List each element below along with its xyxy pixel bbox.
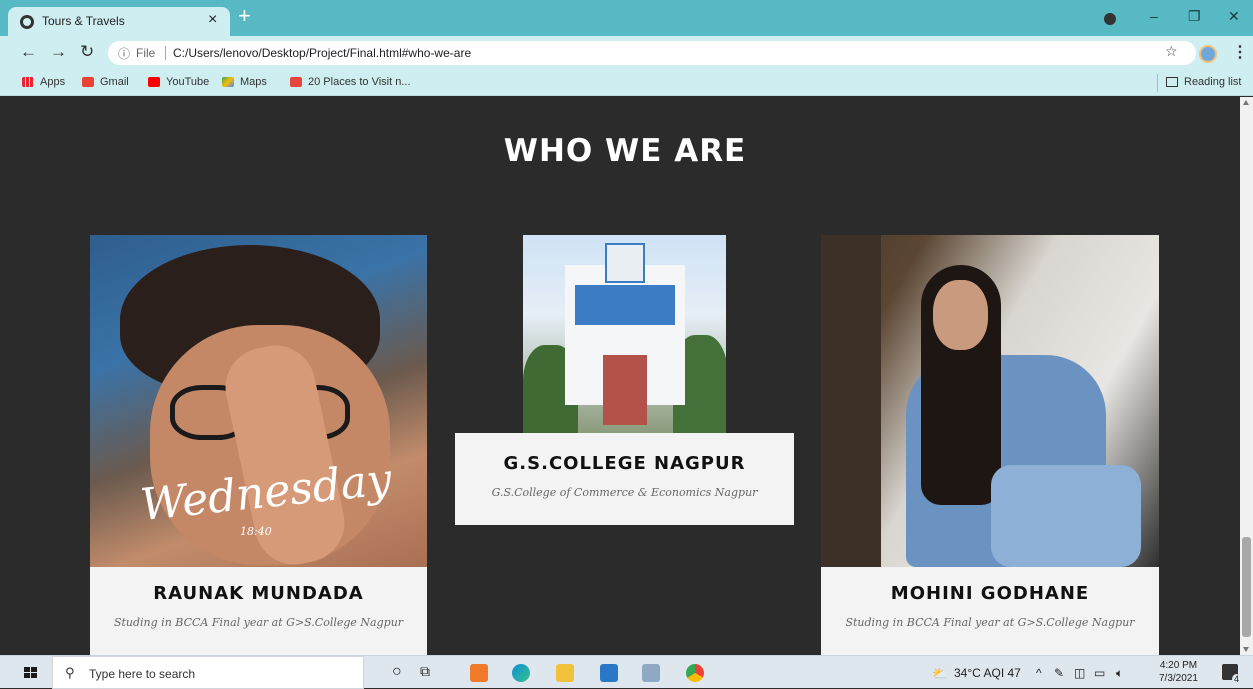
url-text[interactable]: C:/Users/lenovo/Desktop/Project/Final.ht… [173, 46, 471, 60]
bookmark-label: Gmail [100, 76, 129, 88]
apps-grid-icon [22, 77, 34, 87]
bookmarks-bar: Apps Gmail YouTube Maps 20 Places to Vis… [0, 70, 1253, 96]
tray-chevron-icon[interactable]: ^ [1036, 666, 1042, 680]
volume-icon[interactable]: 🔈︎ [1116, 666, 1123, 681]
network-icon[interactable]: ▭ [1094, 666, 1105, 680]
browser-toolbar: ← → ↻ ⓘ File C:/Users/lenovo/Desktop/Pro… [0, 36, 1253, 70]
weather-text[interactable]: 34°C AQI 47 [954, 666, 1021, 680]
file-explorer-icon[interactable] [556, 664, 574, 682]
reading-list-icon [1166, 77, 1178, 87]
section-title: WHO WE ARE [503, 133, 747, 169]
globe-icon [20, 15, 34, 29]
college-card: G.S.COLLEGE NAGPUR G.S.College of Commer… [455, 433, 794, 525]
weather-icon: ⛅ [932, 666, 949, 681]
bookmark-apps[interactable]: Apps [22, 76, 65, 88]
bookmark-label: YouTube [166, 76, 210, 88]
bookmark-star-icon[interactable]: ☆ [1165, 44, 1178, 60]
profile-avatar[interactable] [1199, 45, 1217, 63]
extension-icon[interactable] [1104, 13, 1116, 25]
card-desc: G.S.College of Commerce & Economics Nagp… [491, 486, 758, 499]
chrome-icon[interactable] [686, 664, 704, 682]
college-photo [523, 235, 726, 435]
menu-kebab-icon[interactable]: ⋮ [1232, 42, 1248, 62]
maps-icon [222, 77, 234, 87]
scroll-thumb[interactable] [1242, 537, 1251, 637]
close-tab-icon[interactable]: × [208, 11, 217, 29]
clock-date: 7/3/2021 [1159, 673, 1198, 684]
notepad-icon[interactable] [642, 664, 660, 682]
search-placeholder: Type here to search [89, 667, 196, 681]
card-name: MOHINI GODHANE [890, 583, 1090, 604]
back-icon[interactable]: ← [20, 42, 37, 62]
bookmark-youtube[interactable]: YouTube [148, 76, 209, 88]
cortana-icon[interactable]: ○ [392, 663, 402, 681]
meet-now-icon[interactable]: ◫ [1074, 666, 1085, 680]
reload-icon[interactable]: ↻ [80, 42, 94, 62]
card-desc: Studing in BCCA Final year at G>S.Colleg… [845, 616, 1135, 629]
gmail-icon [82, 77, 94, 87]
scroll-up-icon[interactable] [1243, 100, 1249, 105]
bookmarks-divider [1157, 74, 1158, 92]
clock-time: 4:20 PM [1159, 660, 1198, 671]
edge-icon[interactable] [512, 664, 530, 682]
new-tab-button[interactable]: + [238, 5, 251, 27]
mail-icon[interactable] [600, 664, 618, 682]
photo-overlay-time: 18:40 [240, 525, 272, 538]
reading-list-label: Reading list [1184, 76, 1242, 88]
page-scrollbar[interactable] [1240, 97, 1253, 655]
bookmark-label: Maps [240, 76, 267, 88]
task-view-icon[interactable]: ⧉ [420, 663, 430, 680]
team-card: MOHINI GODHANE Studing in BCCA Final yea… [821, 567, 1159, 655]
page-content: WHO WE ARE Wednesday 18:40 RAUNAK MUNDAD… [0, 97, 1240, 655]
url-scheme: File [136, 46, 156, 60]
browser-titlebar: Tours & Travels × + – ❐ ✕ [0, 0, 1253, 36]
site-favicon-icon [290, 77, 302, 87]
mohini-photo [821, 235, 1159, 567]
card-name: RAUNAK MUNDADA [153, 583, 364, 604]
bookmark-gmail[interactable]: Gmail [82, 76, 129, 88]
notification-count: 4 [1231, 674, 1241, 684]
address-bar[interactable]: ⓘ File C:/Users/lenovo/Desktop/Project/F… [108, 41, 1196, 65]
notification-center-icon[interactable]: 4 [1222, 664, 1241, 684]
taskbar-clock[interactable]: 4:20 PM 7/3/2021 [1159, 659, 1198, 685]
card-name: G.S.COLLEGE NAGPUR [503, 453, 746, 474]
bookmark-maps[interactable]: Maps [222, 76, 267, 88]
youtube-icon [148, 77, 160, 87]
pen-icon[interactable]: ✎ [1054, 666, 1064, 680]
windows-start-icon[interactable] [24, 667, 38, 679]
forward-icon[interactable]: → [50, 42, 67, 62]
sublime-text-icon[interactable] [470, 664, 488, 682]
browser-tab[interactable]: Tours & Travels × [8, 7, 230, 36]
taskbar-search[interactable]: ⚲ Type here to search [52, 656, 364, 689]
windows-taskbar: ⚲ Type here to search ○ ⧉ ⛅ 34°C AQI 47 … [0, 655, 1253, 689]
info-icon[interactable]: ⓘ [118, 45, 130, 62]
reading-list-button[interactable]: Reading list [1166, 76, 1241, 88]
bookmark-places[interactable]: 20 Places to Visit n... [290, 76, 411, 88]
bookmark-label: 20 Places to Visit n... [308, 76, 411, 88]
bookmark-label: Apps [40, 76, 66, 88]
card-desc: Studing in BCCA Final year at G>S.Colleg… [113, 616, 404, 629]
tab-title: Tours & Travels [42, 14, 125, 28]
url-divider [165, 46, 166, 60]
raunak-photo: Wednesday 18:40 [90, 235, 427, 567]
close-window-icon[interactable]: ✕ [1228, 8, 1240, 25]
search-icon: ⚲ [65, 666, 75, 681]
minimize-icon[interactable]: – [1150, 8, 1158, 24]
restore-icon[interactable]: ❐ [1188, 8, 1201, 25]
scroll-down-icon[interactable] [1243, 647, 1249, 652]
team-card: RAUNAK MUNDADA Studing in BCCA Final yea… [90, 567, 427, 655]
